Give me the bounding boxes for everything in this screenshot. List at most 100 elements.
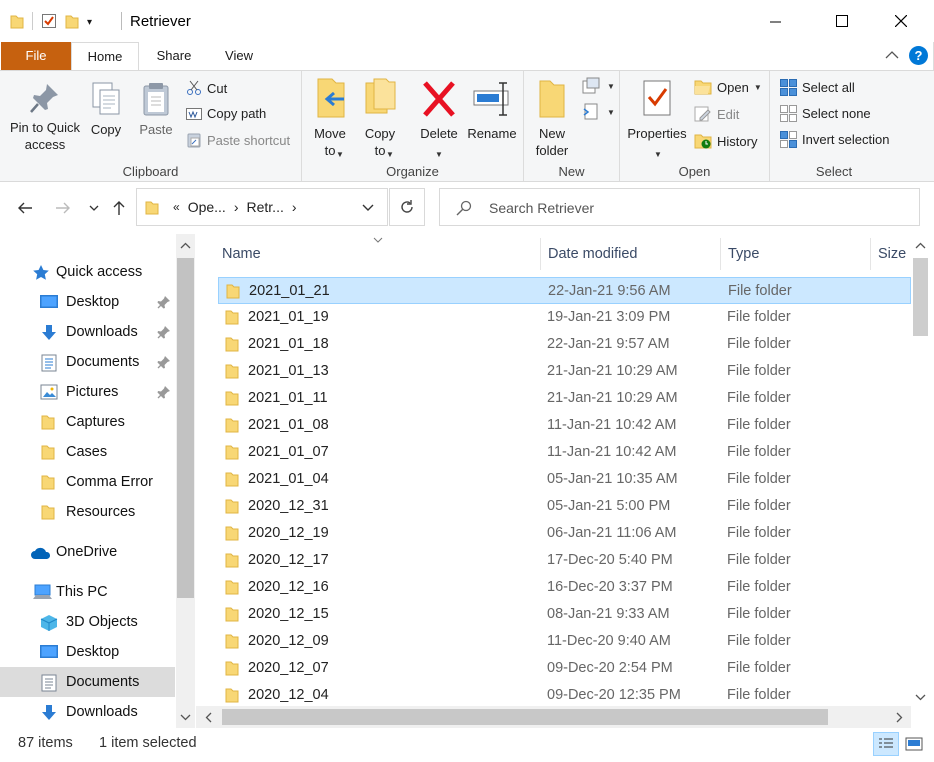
column-header-type[interactable]: Type xyxy=(728,236,759,272)
nav-item-3d-objects[interactable]: 3D Objects xyxy=(0,607,175,637)
table-row[interactable]: 2020_12_07 09-Dec-20 2:54 PM File folder xyxy=(218,655,911,682)
tab-file[interactable]: File xyxy=(1,42,71,70)
nav-item-pictures[interactable]: Pictures xyxy=(0,377,175,407)
history-button[interactable]: History xyxy=(694,133,757,149)
file-list-scroll-thumb[interactable] xyxy=(913,258,928,336)
table-row[interactable]: 2021_01_19 19-Jan-21 3:09 PM File folder xyxy=(218,304,911,331)
tab-home[interactable]: Home xyxy=(71,42,139,71)
easy-access-button[interactable]: ▼ xyxy=(582,103,615,121)
table-row[interactable]: 2021_01_04 05-Jan-21 10:35 AM File folder xyxy=(218,466,911,493)
nav-item-comma-error[interactable]: Comma Error xyxy=(0,467,175,497)
nav-scrollbar[interactable] xyxy=(176,234,195,728)
new-folder-button[interactable]: New folder xyxy=(532,77,572,159)
scroll-up-icon[interactable] xyxy=(180,242,191,249)
pin-to-quick-access-button[interactable]: Pin to Quick access xyxy=(6,81,84,153)
collapse-ribbon-icon[interactable] xyxy=(885,47,899,63)
table-row[interactable]: 2020_12_17 17-Dec-20 5:40 PM File folder xyxy=(218,547,911,574)
table-row[interactable]: 2021_01_18 22-Jan-21 9:57 AM File folder xyxy=(218,331,911,358)
chevron-down-icon[interactable] xyxy=(362,204,374,212)
cut-button[interactable]: Cut xyxy=(186,80,227,96)
details-view-button[interactable] xyxy=(873,732,899,756)
rename-button[interactable]: Rename xyxy=(466,77,518,142)
table-row[interactable]: 2020_12_15 08-Jan-21 9:33 AM File folder xyxy=(218,601,911,628)
up-button[interactable] xyxy=(107,196,131,220)
nav-item-onedrive[interactable]: OneDrive xyxy=(0,537,175,567)
table-row[interactable]: 2021_01_13 21-Jan-21 10:29 AM File folder xyxy=(218,358,911,385)
table-row[interactable]: 2021_01_21 22-Jan-21 9:56 AM File folder xyxy=(218,277,911,304)
minimize-button[interactable] xyxy=(752,0,798,42)
nav-item-quick-access[interactable]: Quick access xyxy=(0,257,175,287)
file-list-scrollbar[interactable] xyxy=(911,234,930,706)
column-header-size[interactable]: Size xyxy=(878,236,906,272)
delete-button[interactable]: Delete ▼ xyxy=(416,77,462,159)
tab-share[interactable]: Share xyxy=(148,42,200,70)
breadcrumb-separator[interactable]: › xyxy=(292,199,297,215)
invert-selection-button[interactable]: Invert selection xyxy=(780,131,889,148)
tab-view[interactable]: View xyxy=(212,42,266,70)
nav-item-downloads-pc[interactable]: Downloads xyxy=(0,697,175,727)
customize-toolbar-dropdown-icon[interactable]: ▾ xyxy=(87,17,92,28)
nav-item-documents-pc[interactable]: Documents xyxy=(0,667,175,697)
scroll-down-icon[interactable] xyxy=(180,714,191,721)
copy-to-button[interactable]: Copy to ▼ xyxy=(360,77,400,159)
pin-icon[interactable] xyxy=(157,325,171,339)
column-divider[interactable] xyxy=(720,238,721,270)
table-row[interactable]: 2021_01_08 11-Jan-21 10:42 AM File folder xyxy=(218,412,911,439)
copy-button[interactable]: Copy xyxy=(86,81,126,138)
select-all-button[interactable]: Select all xyxy=(780,79,855,96)
pin-icon[interactable] xyxy=(157,355,171,369)
nav-item-captures[interactable]: Captures xyxy=(0,407,175,437)
horizontal-scroll-thumb[interactable] xyxy=(222,709,828,725)
table-row[interactable]: 2020_12_04 09-Dec-20 12:35 PM File folder xyxy=(218,682,911,709)
large-icons-view-button[interactable] xyxy=(901,732,927,756)
nav-item-this-pc[interactable]: This PC xyxy=(0,577,175,607)
edit-button[interactable]: Edit xyxy=(694,106,739,122)
table-row[interactable]: 2021_01_11 21-Jan-21 10:29 AM File folder xyxy=(218,385,911,412)
nav-scroll-thumb[interactable] xyxy=(177,258,194,598)
nav-item-documents[interactable]: Documents xyxy=(0,347,175,377)
column-divider[interactable] xyxy=(870,238,871,270)
nav-item-resources[interactable]: Resources xyxy=(0,497,175,527)
scroll-down-icon[interactable] xyxy=(915,694,926,701)
nav-item-cases[interactable]: Cases xyxy=(0,437,175,467)
maximize-button[interactable] xyxy=(819,0,865,42)
address-bar[interactable]: « Ope... › Retr... › xyxy=(136,188,388,226)
table-row[interactable]: 2020_12_31 05-Jan-21 5:00 PM File folder xyxy=(218,493,911,520)
breadcrumb-item[interactable]: Retr... xyxy=(247,199,284,215)
horizontal-scrollbar[interactable] xyxy=(196,706,911,728)
select-none-button[interactable]: Select none xyxy=(780,105,871,122)
close-button[interactable] xyxy=(878,0,924,42)
help-icon[interactable]: ? xyxy=(909,46,928,65)
table-row[interactable]: 2021_01_07 11-Jan-21 10:42 AM File folder xyxy=(218,439,911,466)
column-header-name[interactable]: Name xyxy=(222,236,261,272)
scroll-up-icon[interactable] xyxy=(915,242,926,249)
pin-icon[interactable] xyxy=(157,295,171,309)
column-header-date[interactable]: Date modified xyxy=(548,236,637,272)
nav-item-downloads[interactable]: Downloads xyxy=(0,317,175,347)
copy-path-button[interactable]: Copy path xyxy=(186,106,266,121)
breadcrumb-overflow[interactable]: « xyxy=(173,200,180,214)
forward-button[interactable] xyxy=(51,196,75,220)
table-row[interactable]: 2020_12_16 16-Dec-20 3:37 PM File folder xyxy=(218,574,911,601)
column-divider[interactable] xyxy=(540,238,541,270)
recent-locations-button[interactable] xyxy=(82,196,106,220)
refresh-button[interactable] xyxy=(389,188,425,226)
nav-item-desktop[interactable]: Desktop xyxy=(0,287,175,317)
properties-check-icon[interactable] xyxy=(41,13,57,29)
paste-button[interactable]: Paste xyxy=(134,81,178,138)
new-item-button[interactable]: ▼ xyxy=(582,77,615,95)
breadcrumb-item[interactable]: Ope... xyxy=(188,199,226,215)
scroll-right-icon[interactable] xyxy=(896,712,903,723)
table-row[interactable]: 2020_12_19 06-Jan-21 11:06 AM File folder xyxy=(218,520,911,547)
nav-item-desktop-pc[interactable]: Desktop xyxy=(0,637,175,667)
breadcrumb-separator[interactable]: › xyxy=(234,199,239,215)
move-to-button[interactable]: Move to ▼ xyxy=(310,77,350,159)
table-row[interactable]: 2020_12_09 11-Dec-20 9:40 AM File folder xyxy=(218,628,911,655)
paste-shortcut-button[interactable]: Paste shortcut xyxy=(186,132,290,148)
properties-button[interactable]: Properties ▼ xyxy=(624,77,690,159)
scroll-left-icon[interactable] xyxy=(205,712,212,723)
new-folder-icon[interactable] xyxy=(65,13,79,29)
open-button[interactable]: Open ▼ xyxy=(694,79,762,95)
search-box[interactable]: Search Retriever xyxy=(439,188,920,226)
pin-icon[interactable] xyxy=(157,385,171,399)
